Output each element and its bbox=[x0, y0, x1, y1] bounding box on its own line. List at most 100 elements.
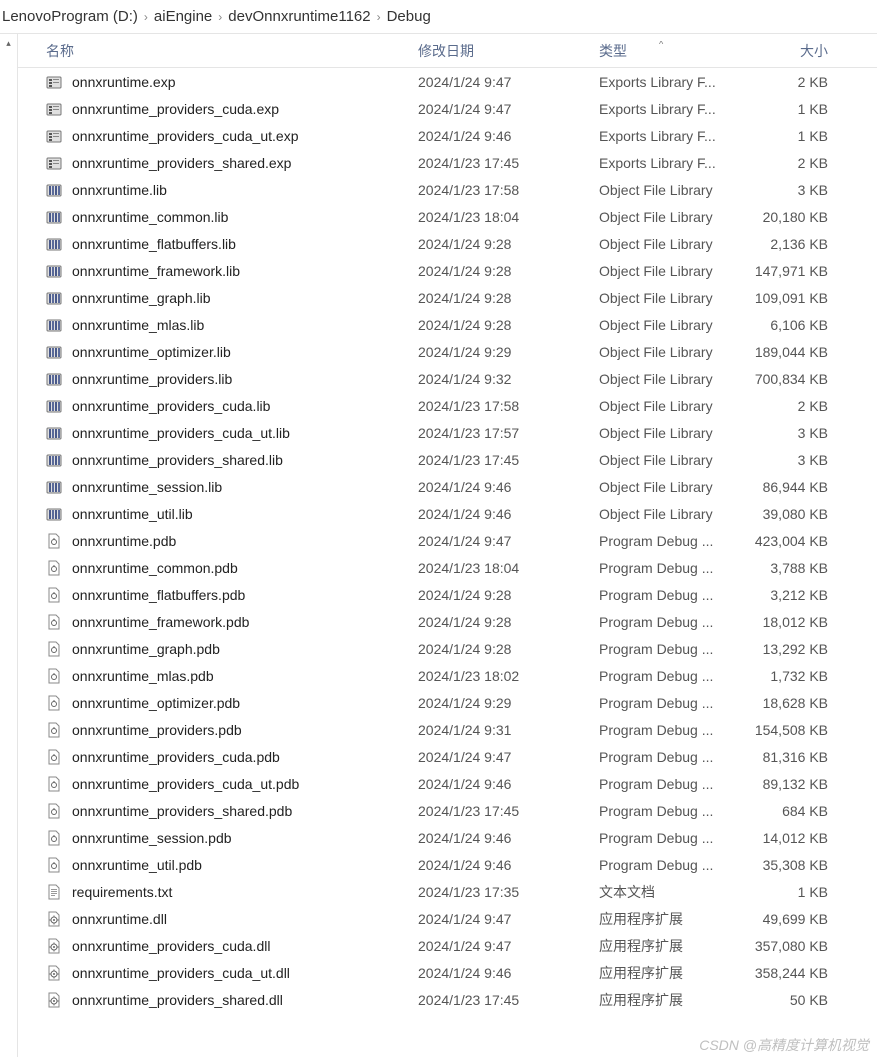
file-row[interactable]: onnxruntime.lib2024/1/23 17:58Object Fil… bbox=[18, 176, 877, 203]
file-row[interactable]: onnxruntime_providers_cuda.pdb2024/1/24 … bbox=[18, 743, 877, 770]
pdb-file-icon bbox=[46, 560, 62, 576]
file-row[interactable]: onnxruntime_optimizer.lib2024/1/24 9:29O… bbox=[18, 338, 877, 365]
file-size: 1 KB bbox=[747, 128, 832, 144]
file-size: 14,012 KB bbox=[747, 830, 832, 846]
file-row[interactable]: onnxruntime_providers_cuda_ut.lib2024/1/… bbox=[18, 419, 877, 446]
file-row[interactable]: onnxruntime.dll2024/1/24 9:47应用程序扩展49,69… bbox=[18, 905, 877, 932]
lib-file-icon bbox=[46, 425, 62, 441]
file-size: 3,788 KB bbox=[747, 560, 832, 576]
file-row[interactable]: onnxruntime_session.lib2024/1/24 9:46Obj… bbox=[18, 473, 877, 500]
file-date: 2024/1/24 9:29 bbox=[418, 695, 599, 711]
sort-indicator-icon: ^ bbox=[659, 41, 663, 49]
file-date: 2024/1/24 9:28 bbox=[418, 263, 599, 279]
file-date: 2024/1/24 9:47 bbox=[418, 911, 599, 927]
pdb-file-icon bbox=[46, 614, 62, 630]
file-name: onnxruntime_mlas.pdb bbox=[72, 668, 418, 684]
file-row[interactable]: onnxruntime_optimizer.pdb2024/1/24 9:29P… bbox=[18, 689, 877, 716]
file-row[interactable]: onnxruntime_common.lib2024/1/23 18:04Obj… bbox=[18, 203, 877, 230]
file-row[interactable]: onnxruntime_providers.pdb2024/1/24 9:31P… bbox=[18, 716, 877, 743]
file-row[interactable]: onnxruntime_providers_shared.exp2024/1/2… bbox=[18, 149, 877, 176]
breadcrumb-part[interactable]: Debug bbox=[387, 8, 431, 25]
file-row[interactable]: onnxruntime_util.pdb2024/1/24 9:46Progra… bbox=[18, 851, 877, 878]
file-size: 700,834 KB bbox=[747, 371, 832, 387]
file-name: onnxruntime_framework.pdb bbox=[72, 614, 418, 630]
pdb-file-icon bbox=[46, 857, 62, 873]
file-row[interactable]: onnxruntime_graph.lib2024/1/24 9:28Objec… bbox=[18, 284, 877, 311]
file-row[interactable]: onnxruntime.exp2024/1/24 9:47Exports Lib… bbox=[18, 68, 877, 95]
pdb-file-icon bbox=[46, 749, 62, 765]
pdb-file-icon bbox=[46, 830, 62, 846]
file-row[interactable]: onnxruntime_providers_shared.pdb2024/1/2… bbox=[18, 797, 877, 824]
lib-file-icon bbox=[46, 290, 62, 306]
file-type: Program Debug ... bbox=[599, 749, 747, 765]
file-name: onnxruntime_providers_cuda_ut.lib bbox=[72, 425, 418, 441]
header-name[interactable]: 名称 bbox=[46, 41, 418, 61]
scroll-up-button[interactable]: ▴ bbox=[0, 34, 17, 52]
file-date: 2024/1/23 17:58 bbox=[418, 398, 599, 414]
chevron-right-icon: › bbox=[144, 10, 148, 24]
file-size: 357,080 KB bbox=[747, 938, 832, 954]
file-type: Program Debug ... bbox=[599, 722, 747, 738]
exp-file-icon bbox=[46, 101, 62, 117]
file-type: 应用程序扩展 bbox=[599, 909, 747, 929]
file-row[interactable]: onnxruntime_framework.lib2024/1/24 9:28O… bbox=[18, 257, 877, 284]
lib-file-icon bbox=[46, 371, 62, 387]
chevron-right-icon: › bbox=[218, 10, 222, 24]
pdb-file-icon bbox=[46, 668, 62, 684]
file-row[interactable]: onnxruntime_providers_cuda_ut.dll2024/1/… bbox=[18, 959, 877, 986]
file-date: 2024/1/24 9:46 bbox=[418, 830, 599, 846]
file-type: Object File Library bbox=[599, 344, 747, 360]
file-name: onnxruntime_providers.pdb bbox=[72, 722, 418, 738]
file-row[interactable]: onnxruntime_providers_cuda.exp2024/1/24 … bbox=[18, 95, 877, 122]
file-row[interactable]: onnxruntime_session.pdb2024/1/24 9:46Pro… bbox=[18, 824, 877, 851]
file-size: 1,732 KB bbox=[747, 668, 832, 684]
header-size[interactable]: 大小 bbox=[747, 41, 832, 61]
file-row[interactable]: onnxruntime_providers_cuda_ut.exp2024/1/… bbox=[18, 122, 877, 149]
file-date: 2024/1/24 9:32 bbox=[418, 371, 599, 387]
file-name: onnxruntime.exp bbox=[72, 74, 418, 90]
breadcrumb-part[interactable]: LenovoProgram (D:) bbox=[2, 8, 138, 25]
dll-file-icon bbox=[46, 992, 62, 1008]
lib-file-icon bbox=[46, 209, 62, 225]
file-type: Program Debug ... bbox=[599, 641, 747, 657]
file-row[interactable]: onnxruntime_framework.pdb2024/1/24 9:28P… bbox=[18, 608, 877, 635]
file-row[interactable]: onnxruntime_mlas.pdb2024/1/23 18:02Progr… bbox=[18, 662, 877, 689]
lib-file-icon bbox=[46, 236, 62, 252]
file-row[interactable]: onnxruntime_flatbuffers.pdb2024/1/24 9:2… bbox=[18, 581, 877, 608]
file-row[interactable]: onnxruntime_providers_cuda_ut.pdb2024/1/… bbox=[18, 770, 877, 797]
file-row[interactable]: onnxruntime_providers_cuda.dll2024/1/24 … bbox=[18, 932, 877, 959]
file-row[interactable]: onnxruntime_providers.lib2024/1/24 9:32O… bbox=[18, 365, 877, 392]
breadcrumb-part[interactable]: devOnnxruntime1162 bbox=[228, 8, 370, 25]
file-date: 2024/1/23 17:57 bbox=[418, 425, 599, 441]
file-date: 2024/1/23 17:45 bbox=[418, 992, 599, 1008]
file-row[interactable]: onnxruntime_util.lib2024/1/24 9:46Object… bbox=[18, 500, 877, 527]
file-date: 2024/1/24 9:46 bbox=[418, 857, 599, 873]
file-date: 2024/1/24 9:46 bbox=[418, 128, 599, 144]
file-name: onnxruntime_util.lib bbox=[72, 506, 418, 522]
file-row[interactable]: onnxruntime_graph.pdb2024/1/24 9:28Progr… bbox=[18, 635, 877, 662]
header-type[interactable]: 类型 ^ bbox=[599, 41, 747, 61]
file-date: 2024/1/24 9:31 bbox=[418, 722, 599, 738]
file-row[interactable]: requirements.txt2024/1/23 17:35文本文档1 KB bbox=[18, 878, 877, 905]
file-row[interactable]: onnxruntime_flatbuffers.lib2024/1/24 9:2… bbox=[18, 230, 877, 257]
file-date: 2024/1/23 17:45 bbox=[418, 803, 599, 819]
file-type: Object File Library bbox=[599, 398, 747, 414]
file-type: Program Debug ... bbox=[599, 668, 747, 684]
pdb-file-icon bbox=[46, 695, 62, 711]
file-date: 2024/1/23 17:45 bbox=[418, 452, 599, 468]
file-row[interactable]: onnxruntime_providers_shared.lib2024/1/2… bbox=[18, 446, 877, 473]
file-type: Object File Library bbox=[599, 479, 747, 495]
file-row[interactable]: onnxruntime_mlas.lib2024/1/24 9:28Object… bbox=[18, 311, 877, 338]
file-type: Program Debug ... bbox=[599, 776, 747, 792]
file-name: onnxruntime.lib bbox=[72, 182, 418, 198]
file-size: 86,944 KB bbox=[747, 479, 832, 495]
file-row[interactable]: onnxruntime_providers_shared.dll2024/1/2… bbox=[18, 986, 877, 1013]
file-row[interactable]: onnxruntime.pdb2024/1/24 9:47Program Deb… bbox=[18, 527, 877, 554]
breadcrumb-part[interactable]: aiEngine bbox=[154, 8, 212, 25]
file-size: 49,699 KB bbox=[747, 911, 832, 927]
file-row[interactable]: onnxruntime_common.pdb2024/1/23 18:04Pro… bbox=[18, 554, 877, 581]
breadcrumb[interactable]: LenovoProgram (D:) › aiEngine › devOnnxr… bbox=[0, 0, 877, 34]
file-row[interactable]: onnxruntime_providers_cuda.lib2024/1/23 … bbox=[18, 392, 877, 419]
header-date[interactable]: 修改日期 bbox=[418, 41, 599, 61]
file-type: Exports Library F... bbox=[599, 74, 747, 90]
